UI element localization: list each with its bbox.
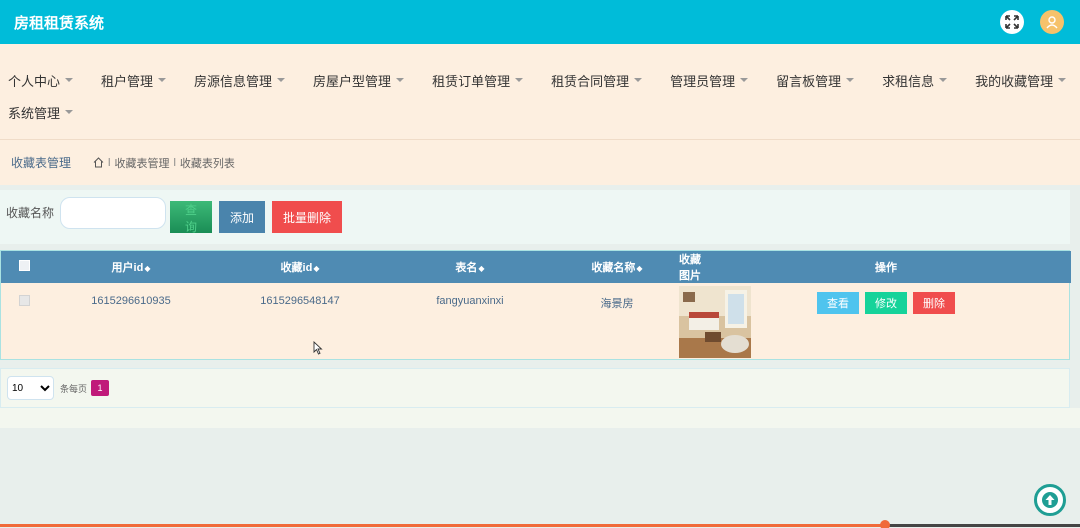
edit-button[interactable]: 修改 [865,292,907,314]
nav-admin-management[interactable]: 管理员管理 [670,71,749,90]
main-nav: 个人中心 租户管理 房源信息管理 房屋户型管理 租赁订单管理 租赁合同管理 管理… [0,44,1080,140]
page-size-select[interactable]: 10 20 30 50 [7,376,54,400]
pagination: 10 20 30 50 条每页 1 [0,368,1070,408]
caret-down-icon [1058,78,1067,82]
nav-contract-management[interactable]: 租赁合同管理 [551,71,643,90]
favorite-thumbnail-image [679,286,751,358]
sort-icon: ◆ [636,264,643,273]
caret-down-icon [65,78,74,82]
nav-personal-center[interactable]: 个人中心 [8,71,74,90]
top-bar-actions [1000,10,1064,34]
caret-down-icon [515,78,524,82]
delete-button[interactable]: 删除 [913,292,955,314]
favorites-table: 用户id◆ 收藏id◆ 表名◆ 收藏名称◆ 收藏图片 操作 1615296610… [0,250,1071,360]
search-button[interactable]: 查询 [170,201,213,234]
breadcrumb-item-favorites-list: 收藏表列表 [179,157,235,170]
caret-down-icon [65,110,74,114]
row-checkbox[interactable] [18,295,30,306]
sort-icon: ◆ [478,264,485,273]
nav-row-1: 个人中心 租户管理 房源信息管理 房屋户型管理 租赁订单管理 租赁合同管理 管理… [8,64,1080,96]
col-header-refid[interactable]: 收藏id◆ [215,251,385,283]
col-header-tablename[interactable]: 表名◆ [385,251,555,283]
col-header-picture: 收藏图片 [679,254,701,282]
user-avatar-icon [1046,16,1058,29]
app-title: 房租租赁系统 [14,14,105,32]
fullscreen-icon [1005,15,1019,29]
nav-order-management[interactable]: 租赁订单管理 [432,71,524,90]
breadcrumb-item-favorites-management[interactable]: 收藏表管理 [114,155,169,171]
search-label: 收藏名称 [6,205,55,220]
nav-row-2: 系统管理 [8,96,1080,128]
caret-down-icon [634,78,643,82]
user-avatar-button[interactable] [1040,10,1064,34]
video-progress-remaining [886,524,1080,527]
batch-delete-button[interactable]: 批量删除 [272,201,343,233]
video-progress-played [0,524,886,527]
nav-my-favorites[interactable]: 我的收藏管理 [975,71,1067,90]
table-header-row: 用户id◆ 收藏id◆ 表名◆ 收藏名称◆ 收藏图片 操作 [1,251,1071,283]
cell-userid: 1615296610935 [91,295,171,307]
search-bar: 收藏名称 查询 添加 批量删除 [0,190,1070,244]
caret-down-icon [846,78,855,82]
page-title: 收藏表管理 [11,156,72,170]
nav-rental-request[interactable]: 求租信息 [882,71,948,90]
nav-listing-management[interactable]: 房源信息管理 [194,71,286,90]
content-background [0,408,1080,428]
nav-message-board[interactable]: 留言板管理 [776,71,855,90]
nav-house-type-management[interactable]: 房屋户型管理 [313,71,405,90]
add-button[interactable]: 添加 [219,201,266,233]
caret-down-icon [277,78,286,82]
video-progress-handle[interactable] [880,520,890,528]
col-header-name[interactable]: 收藏名称◆ [555,251,679,283]
col-header-userid[interactable]: 用户id◆ [47,251,215,283]
caret-down-icon [740,78,749,82]
table-row: 1615296610935 1615296548147 fangyuanxinx… [1,283,1071,358]
favorite-name-input[interactable] [60,197,167,229]
per-page-label: 条每页 [60,383,88,394]
breadcrumb-separator: l [108,156,111,169]
top-bar: 房租租赁系统 [0,0,1080,44]
sort-icon: ◆ [144,264,151,273]
arrow-up-icon [1042,492,1058,508]
breadcrumb-separator: l [173,156,176,169]
caret-down-icon [396,78,405,82]
cell-name: 海景房 [600,298,634,310]
view-button[interactable]: 查看 [817,292,859,314]
back-to-top-button[interactable] [1034,484,1066,516]
caret-down-icon [158,78,167,82]
caret-down-icon [939,78,948,82]
sort-icon: ◆ [313,264,320,273]
home-icon[interactable] [93,157,104,168]
nav-tenant-management[interactable]: 租户管理 [101,71,167,90]
select-all-checkbox[interactable] [18,260,30,271]
page-button-current[interactable]: 1 [91,380,110,396]
breadcrumb-bar: 收藏表管理 l 收藏表管理 l 收藏表列表 [0,140,1080,185]
breadcrumb: l 收藏表管理 l 收藏表列表 [93,155,235,171]
col-header-actions: 操作 [875,262,897,274]
page-background [0,428,1080,528]
cell-refid: 1615296548147 [260,295,340,307]
cell-tablename: fangyuanxinxi [436,295,504,307]
fullscreen-button[interactable] [1000,10,1024,34]
mouse-cursor-icon [313,341,323,355]
nav-system-management[interactable]: 系统管理 [8,103,74,122]
row-actions: 查看 修改 删除 [817,292,955,314]
